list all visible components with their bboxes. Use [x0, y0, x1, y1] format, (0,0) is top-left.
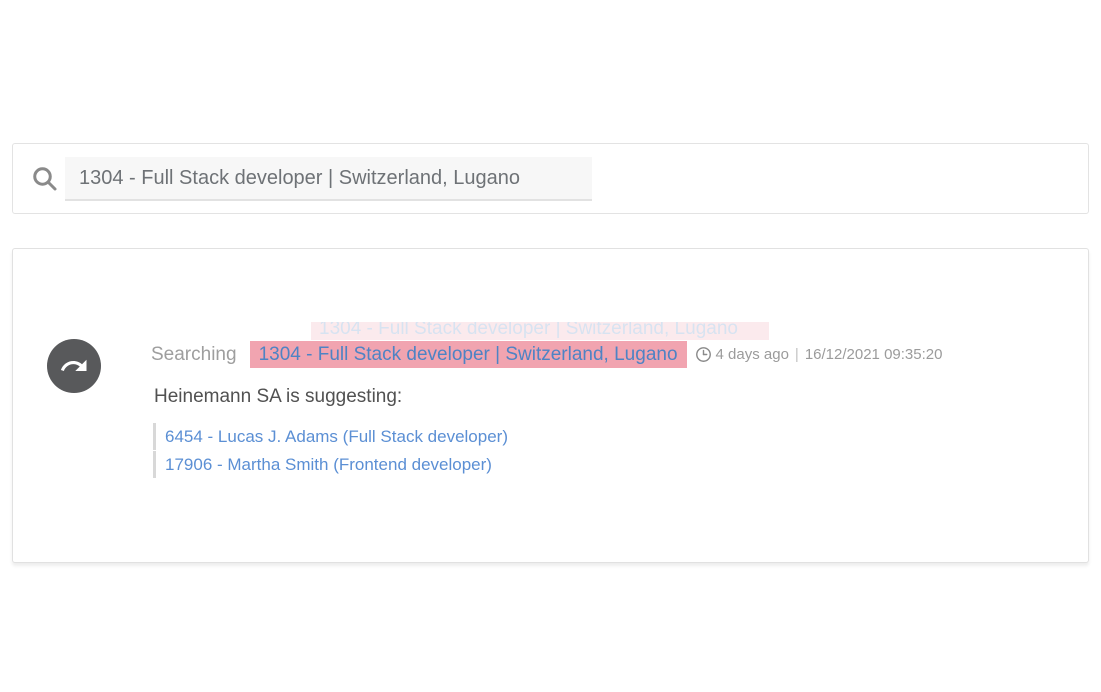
suggestion-item: 17906 - Martha Smith (Frontend developer…	[153, 451, 508, 478]
search-input[interactable]	[65, 157, 592, 201]
ghost-search-highlight-text: 1304 - Full Stack developer | Switzerlan…	[311, 322, 769, 340]
clock-icon	[695, 346, 712, 363]
search-icon	[30, 164, 60, 194]
forward-arrow-icon	[59, 351, 89, 381]
timestamp: 4 days ago | 16/12/2021 09:35:20	[695, 346, 943, 363]
suggestion-heading: Heinemann SA is suggesting:	[154, 386, 402, 408]
timestamp-separator: |	[795, 346, 799, 363]
suggestion-item: 6454 - Lucas J. Adams (Full Stack develo…	[153, 423, 508, 450]
activity-search-row: Searching 1304 - Full Stack developer | …	[151, 341, 1071, 368]
activity-card: 1304 - Full Stack developer | Switzerlan…	[12, 248, 1089, 563]
suggestion-list: 6454 - Lucas J. Adams (Full Stack develo…	[153, 423, 508, 479]
action-avatar	[47, 339, 101, 393]
suggestion-link-candidate-1[interactable]: 6454 - Lucas J. Adams (Full Stack develo…	[165, 427, 508, 447]
timestamp-relative: 4 days ago	[716, 346, 789, 363]
search-panel	[12, 143, 1089, 214]
timestamp-absolute: 16/12/2021 09:35:20	[805, 346, 943, 363]
searching-label: Searching	[151, 344, 237, 366]
search-query-highlight[interactable]: 1304 - Full Stack developer | Switzerlan…	[250, 341, 687, 368]
ghost-search-highlight: 1304 - Full Stack developer | Switzerlan…	[311, 322, 769, 340]
suggestion-link-candidate-2[interactable]: 17906 - Martha Smith (Frontend developer…	[165, 455, 492, 475]
